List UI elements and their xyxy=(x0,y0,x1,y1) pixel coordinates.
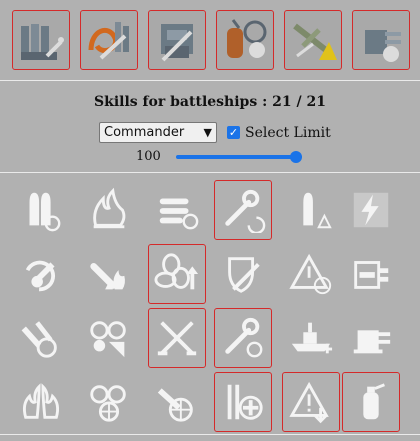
shell-warning-icon[interactable] xyxy=(282,180,340,240)
select-limit-label: Select Limit xyxy=(245,124,331,141)
page-title: Skills for battleships : 21 / 21 xyxy=(94,94,326,110)
warning-down-icon-glyph xyxy=(289,381,329,424)
shell-reload-icon-glyph xyxy=(29,192,61,232)
shield-sword-icon[interactable] xyxy=(214,244,272,304)
level-slider[interactable] xyxy=(176,151,302,163)
upgrades-bar xyxy=(0,0,420,78)
target-shells-icon-glyph xyxy=(90,385,126,422)
target-shells-icon[interactable] xyxy=(80,372,138,432)
damage-control-mod-icon[interactable] xyxy=(216,10,274,70)
fire-icon-glyph xyxy=(93,187,126,229)
battleship-plus-icon-glyph xyxy=(291,322,333,354)
fire-icon[interactable] xyxy=(80,180,138,240)
commander-select[interactable]: Commander ▼ xyxy=(99,122,217,143)
extinguisher-icon[interactable] xyxy=(342,372,400,432)
ap-shell-spin-icon[interactable] xyxy=(12,244,70,304)
chevron-down-icon: ▼ xyxy=(203,126,212,139)
fire-hands-icon[interactable] xyxy=(12,372,70,432)
slider-thumb[interactable] xyxy=(290,151,302,163)
target-shell-reload-icon[interactable] xyxy=(148,372,206,432)
shell-fire-icon[interactable] xyxy=(80,244,138,304)
secondary-battery-mod-icon[interactable] xyxy=(352,10,410,70)
crossed-swords-icon[interactable] xyxy=(148,308,206,368)
separator xyxy=(0,80,420,81)
main-battery-mod-icon[interactable] xyxy=(12,10,70,70)
aircraft-mod-icon[interactable] xyxy=(284,10,342,70)
fan-up-icon[interactable] xyxy=(148,244,206,304)
torpedo-reload-icon-glyph xyxy=(159,198,199,230)
tools-plus-icon[interactable] xyxy=(214,372,272,432)
controls-row: Commander ▼ ✓ Select Limit xyxy=(99,122,331,143)
separator xyxy=(0,172,420,173)
fan-up-icon-glyph xyxy=(154,253,199,290)
warning-down-icon[interactable] xyxy=(282,372,340,432)
wrench-clock-icon[interactable] xyxy=(214,308,272,368)
lightning-icon[interactable] xyxy=(342,180,400,240)
slider-track xyxy=(176,155,302,159)
wrench-reload-icon[interactable] xyxy=(214,180,272,240)
shells-fire-icon-glyph xyxy=(21,321,57,358)
battery-icon-glyph xyxy=(354,261,389,289)
extinguisher-icon-glyph xyxy=(363,383,385,420)
fire-hands-icon-glyph xyxy=(22,383,60,419)
level-value: 100 xyxy=(136,149,161,164)
lightning-icon-glyph xyxy=(353,192,389,228)
turret-icon-glyph xyxy=(353,330,391,354)
warning-target-icon[interactable] xyxy=(282,244,340,304)
aa-shells-icon-glyph xyxy=(90,321,126,358)
aa-shells-icon[interactable] xyxy=(80,308,138,368)
shell-reload-icon[interactable] xyxy=(12,180,70,240)
select-limit-checkbox[interactable]: ✓ xyxy=(227,126,240,139)
steering-gears-mod-icon[interactable] xyxy=(148,10,206,70)
tools-plus-icon-glyph xyxy=(227,384,263,420)
shells-fire-icon[interactable] xyxy=(12,308,70,368)
battery-icon[interactable] xyxy=(342,244,400,304)
commander-select-value: Commander xyxy=(104,125,185,140)
wrench-clock-icon-glyph xyxy=(225,317,263,358)
wrench-reload-icon-glyph xyxy=(225,189,266,233)
warning-target-icon-glyph xyxy=(289,253,332,295)
separator xyxy=(0,434,420,435)
target-shell-reload-icon-glyph xyxy=(157,388,193,422)
torpedo-reload-icon[interactable] xyxy=(148,180,206,240)
ap-shell-spin-icon-glyph xyxy=(25,260,56,292)
battleship-plus-icon[interactable] xyxy=(282,308,340,368)
shield-sword-icon-glyph xyxy=(228,257,260,293)
aa-guns-mod-icon[interactable] xyxy=(80,10,138,70)
turret-icon[interactable] xyxy=(342,308,400,368)
shell-warning-icon-glyph xyxy=(303,192,332,229)
shell-fire-icon-glyph xyxy=(90,262,125,290)
crossed-swords-icon-glyph xyxy=(157,321,197,356)
